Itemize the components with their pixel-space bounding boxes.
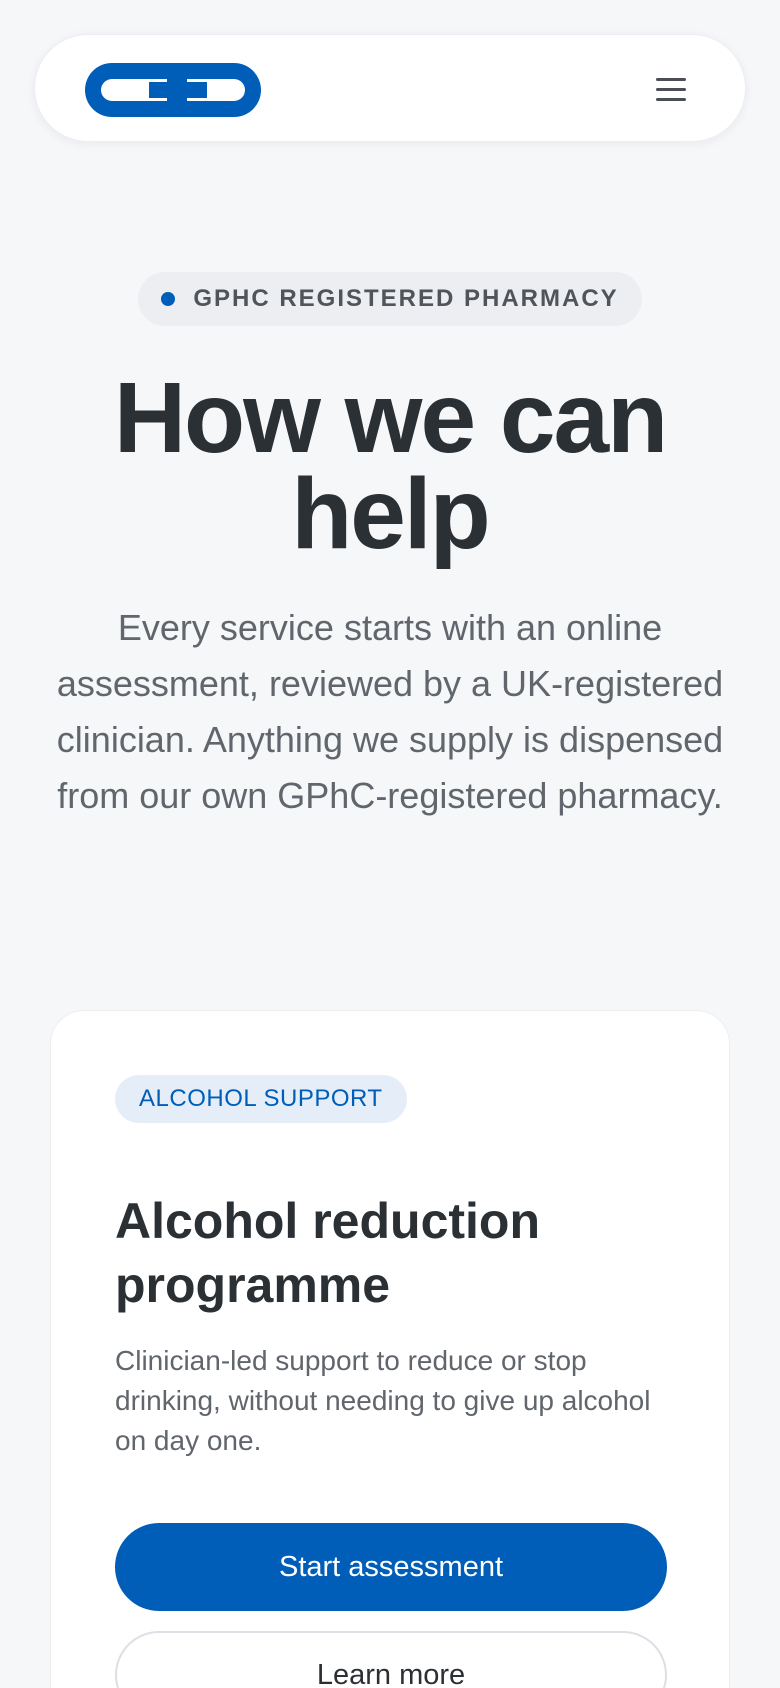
menu-line — [656, 77, 686, 81]
badge-label: GPHC REGISTERED PHARMACY — [193, 285, 619, 312]
start-assessment-button[interactable]: Start assessment — [115, 1523, 667, 1611]
page-subtitle: Every service starts with an online asse… — [56, 607, 724, 816]
menu-line — [656, 97, 686, 101]
status-dot-icon — [161, 292, 176, 306]
service-card-alcohol: ALCOHOL SUPPORT Alcohol reduction progra… — [50, 1010, 730, 1688]
service-category-tag: ALCOHOL SUPPORT — [115, 1075, 407, 1123]
page: GPHC REGISTERED PHARMACY How we can help… — [0, 0, 780, 1688]
service-description: Clinician-led support to reduce or stop … — [115, 1345, 651, 1456]
hamburger-menu-icon[interactable] — [651, 69, 691, 109]
menu-line — [656, 87, 686, 91]
page-title: How we can help — [113, 362, 668, 570]
service-title: Alcohol reduction programme — [115, 1193, 540, 1313]
learn-more-button[interactable]: Learn more — [115, 1631, 667, 1688]
brand-logo[interactable] — [83, 61, 263, 119]
site-header — [34, 34, 746, 142]
registration-badge: GPHC REGISTERED PHARMACY — [138, 272, 642, 326]
